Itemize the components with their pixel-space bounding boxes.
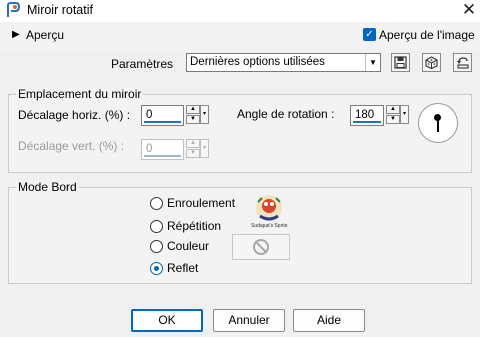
vert-offset-value: 0 [146,143,153,155]
randomize-dice-icon [425,56,438,70]
horiz-offset-input[interactable]: 0 [141,105,184,126]
expand-arrow-icon[interactable]: ▶ [12,29,20,40]
radio-label-enroulement[interactable]: Enroulement [167,196,235,210]
radio-label-reflet[interactable]: Reflet [167,261,198,275]
reset-icon [456,57,469,69]
horiz-offset-slider-toggle[interactable]: ▾ [200,105,209,124]
window-title: Miroir rotatif [27,3,93,17]
presets-label: Paramètres [111,57,174,71]
app-icon [7,2,20,17]
sprite-logo [256,195,282,221]
horiz-offset-label: Décalage horiz. (%) : [18,108,131,122]
radio-reflet[interactable] [150,262,163,275]
radio-label-repetition[interactable]: Répétition [167,219,221,233]
cancel-button[interactable]: Annuler [213,309,285,332]
slider-dropdown-icon[interactable]: ▾ [400,105,409,124]
mirror-location-title: Emplacement du miroir [16,87,144,101]
spin-up-icon[interactable]: ▲ [386,105,400,114]
radio-repetition[interactable] [150,220,163,233]
preview-toggle-label[interactable]: Aperçu [26,28,64,42]
rotation-dial[interactable] [418,103,458,143]
rotation-input[interactable]: 180 [350,105,384,126]
close-icon[interactable]: ✕ [459,0,479,21]
no-color-icon [253,239,269,255]
slider-dropdown-icon[interactable]: ▾ [200,105,209,124]
radio-label-couleur[interactable]: Couleur [167,239,209,253]
radio-couleur[interactable] [150,240,163,253]
vert-offset-slider-toggle[interactable]: ▾ [200,139,209,158]
rotation-label: Angle de rotation : [237,107,335,121]
spin-up-icon[interactable]: ▲ [186,105,200,114]
help-button[interactable]: Aide [293,309,365,332]
dial-knob [434,114,441,121]
randomize-button[interactable] [422,53,441,72]
ok-button[interactable]: OK [131,309,203,332]
spin-down-icon[interactable]: ▼ [186,149,200,158]
presets-dropdown[interactable]: Dernières options utilisées ▼ [186,53,381,72]
rotation-value: 180 [355,109,375,121]
vert-offset-label: Décalage vert. (%) : [18,139,125,153]
image-preview-checkbox[interactable]: ✓ [363,28,376,41]
chevron-down-icon[interactable]: ▼ [365,54,380,71]
logo-caption: Sudapat's Sprite [251,223,288,229]
spin-down-icon[interactable]: ▼ [386,115,400,124]
edge-color-swatch[interactable] [232,234,290,260]
image-preview-label[interactable]: Aperçu de l'image [379,28,475,42]
spin-down-icon[interactable]: ▼ [186,115,200,124]
slider-dropdown-icon[interactable]: ▾ [200,139,209,158]
rotation-slider-bar[interactable] [353,121,381,123]
save-preset-icon [394,56,407,69]
horiz-offset-slider-bar[interactable] [144,121,181,123]
reset-button[interactable] [453,53,472,72]
edge-mode-title: Mode Bord [16,180,79,194]
spin-up-icon[interactable]: ▲ [186,139,200,148]
rotation-slider-toggle[interactable]: ▾ [400,105,409,124]
save-preset-button[interactable] [391,53,410,72]
vert-offset-input[interactable]: 0 [141,139,184,160]
vert-offset-slider-bar [144,155,181,157]
horiz-offset-value: 0 [146,109,153,121]
presets-selected-value: Dernières options utilisées [190,56,325,68]
radio-enroulement[interactable] [150,197,163,210]
